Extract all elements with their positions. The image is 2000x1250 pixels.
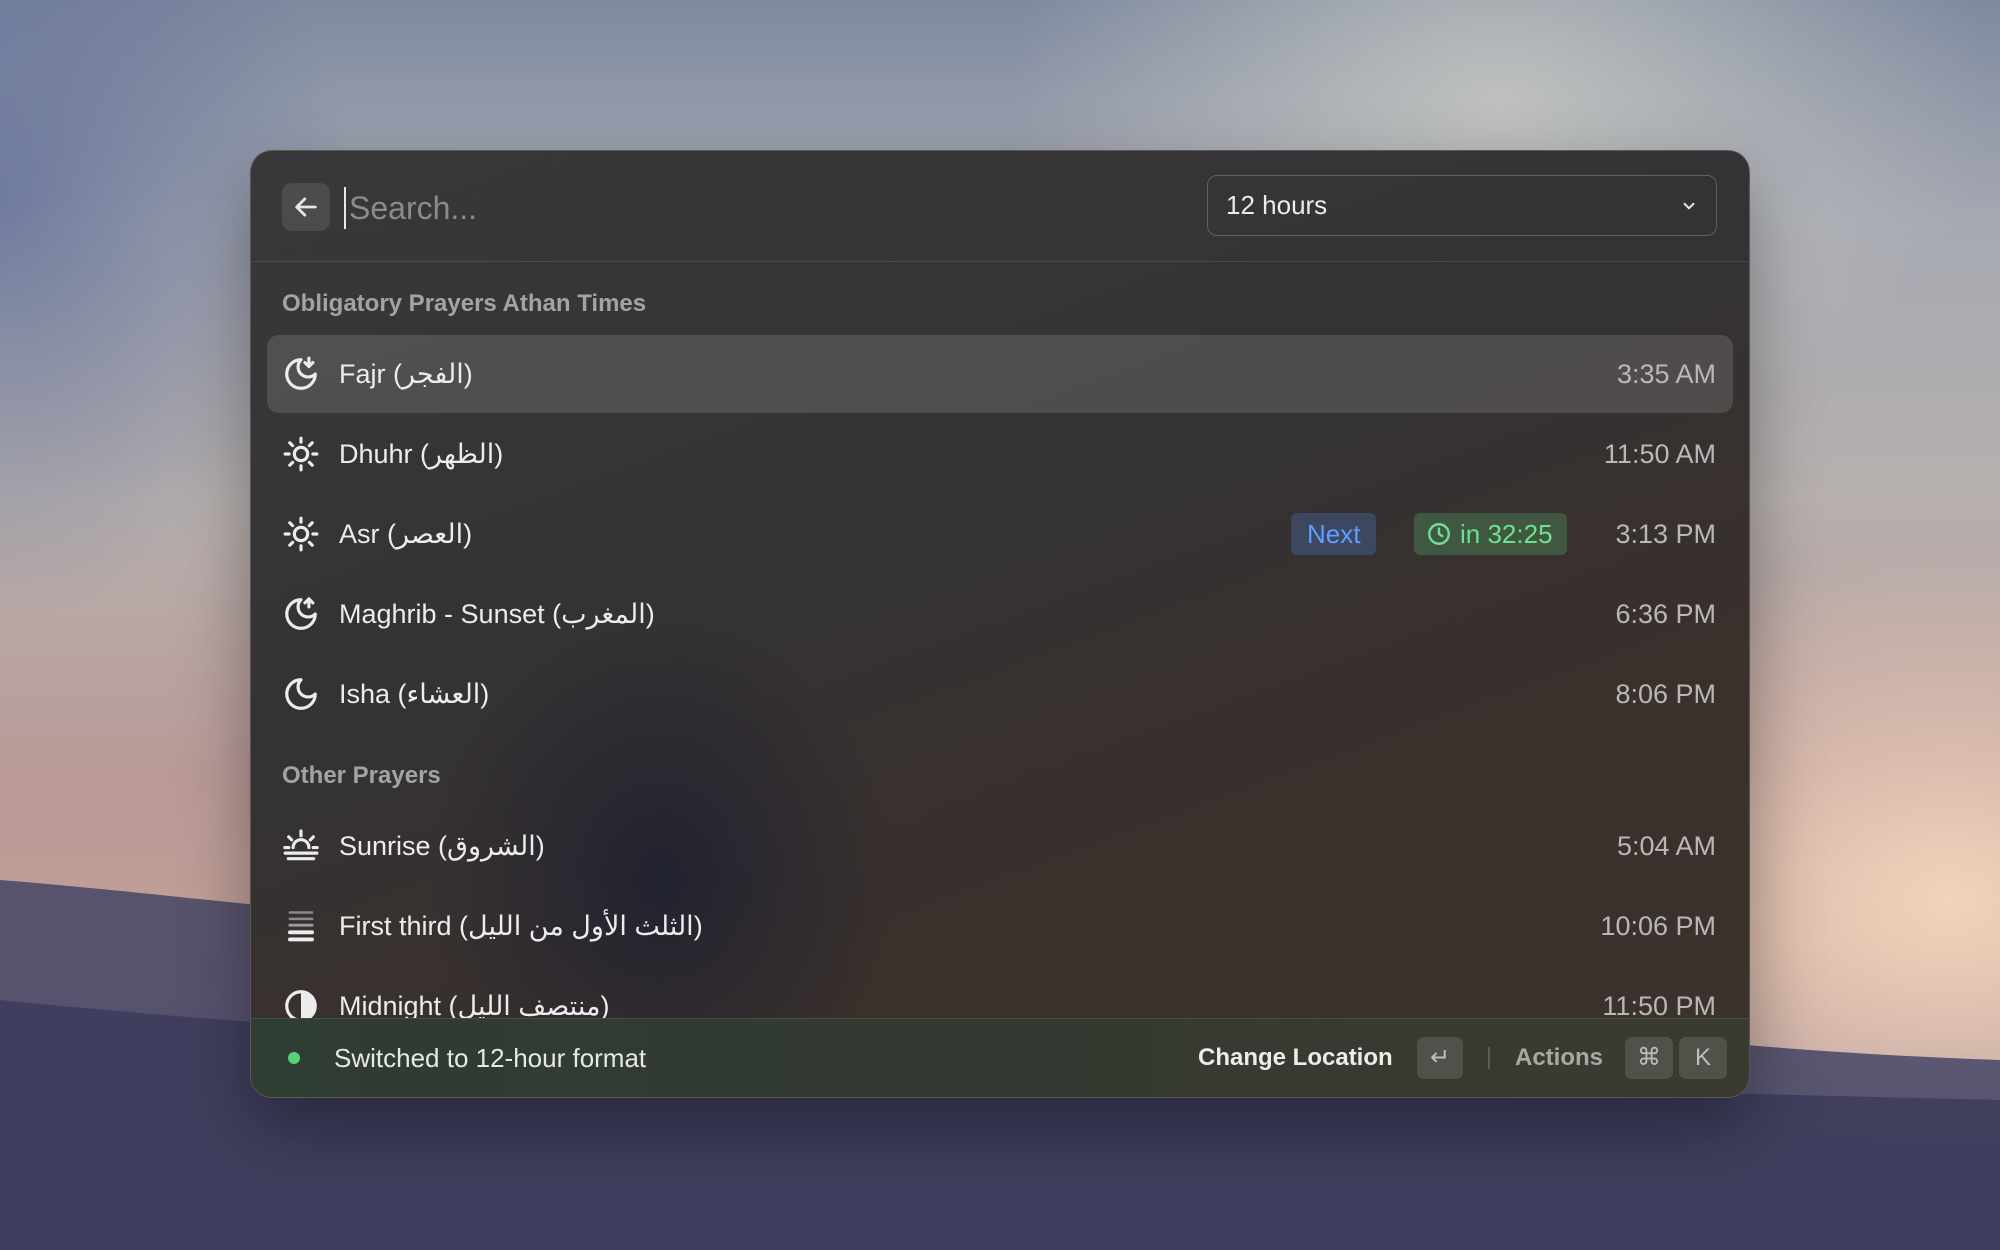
prayer-time: 10:06 PM: [1600, 911, 1716, 941]
clock-icon: [1428, 523, 1450, 545]
enter-key-icon: ↵: [1417, 1037, 1463, 1079]
prayer-row-fajr[interactable]: Fajr (الفجر) 3:35 AM: [267, 335, 1733, 413]
prayer-time: 11:50 AM: [1603, 439, 1716, 469]
prayer-row-isha[interactable]: Isha (العشاء) 8:06 PM: [267, 655, 1733, 733]
k-key-icon: K: [1679, 1037, 1727, 1079]
prayer-name: Isha (العشاء): [339, 679, 490, 709]
status-message: Switched to 12-hour format: [334, 1043, 647, 1073]
prayer-row-dhuhr[interactable]: Dhuhr (الظهر) 11:50 AM: [267, 415, 1733, 493]
moon-icon: [285, 678, 317, 710]
prayer-times-window: 12 hours Obligatory Prayers Athan Times …: [250, 150, 1750, 1098]
search-input[interactable]: [347, 181, 1151, 235]
prayer-row-first-third[interactable]: First third (الثلث الأول من الليل) 10:06…: [267, 887, 1733, 965]
prayer-time: 3:13 PM: [1615, 519, 1716, 549]
countdown-text: in 32:25: [1460, 519, 1553, 549]
sun-icon: [283, 436, 319, 472]
actions-button[interactable]: Actions: [1515, 1019, 1603, 1097]
chevron-down-icon: [1683, 202, 1695, 209]
action-bar: Switched to 12-hour format Change Locati…: [251, 1018, 1749, 1097]
section-title: Obligatory Prayers Athan Times: [282, 290, 647, 317]
section-title: Other Prayers: [282, 762, 441, 789]
dropdown-value: 12 hours: [1226, 190, 1328, 220]
prayer-name: Asr (العصر): [339, 519, 473, 549]
search-bar: 12 hours: [251, 151, 1749, 262]
status-dot: [288, 1052, 300, 1064]
change-location-button[interactable]: Change Location: [1198, 1019, 1393, 1097]
back-button[interactable]: [282, 183, 330, 231]
prayer-name: Fajr (الفجر): [339, 359, 473, 389]
time-format-dropdown[interactable]: 12 hours: [1207, 175, 1717, 236]
prayer-name: Dhuhr (الظهر): [339, 439, 504, 469]
prayer-row-asr[interactable]: Asr (العصر) Next in 32:25 3:13 PM: [267, 495, 1733, 573]
divider: [1488, 1047, 1490, 1069]
prayer-name: Maghrib - Sunset (المغرب): [339, 599, 655, 629]
text-cursor: [344, 187, 346, 229]
lines-icon: [288, 911, 314, 942]
moon-up-icon: [285, 597, 317, 630]
countdown-badge: in 32:25: [1414, 513, 1567, 555]
prayer-row-sunrise[interactable]: Sunrise (الشروق) 5:04 AM: [267, 807, 1733, 885]
sun-icon: [283, 516, 319, 552]
prayer-time: 6:36 PM: [1615, 599, 1716, 629]
prayer-time: 3:35 AM: [1616, 359, 1716, 389]
moon-down-icon: [285, 356, 317, 390]
prayer-name: Sunrise (الشروق): [339, 831, 545, 861]
prayer-time: 5:04 AM: [1616, 831, 1716, 861]
prayer-name: First third (الثلث الأول من الليل): [339, 911, 703, 941]
prayer-row-maghrib[interactable]: Maghrib - Sunset (المغرب) 6:36 PM: [267, 575, 1733, 653]
command-key-icon: ⌘: [1625, 1037, 1673, 1079]
sunrise-icon: [283, 829, 319, 861]
arrow-left-icon: [295, 197, 317, 217]
next-badge: Next: [1291, 513, 1377, 555]
prayer-time: 8:06 PM: [1615, 679, 1716, 709]
